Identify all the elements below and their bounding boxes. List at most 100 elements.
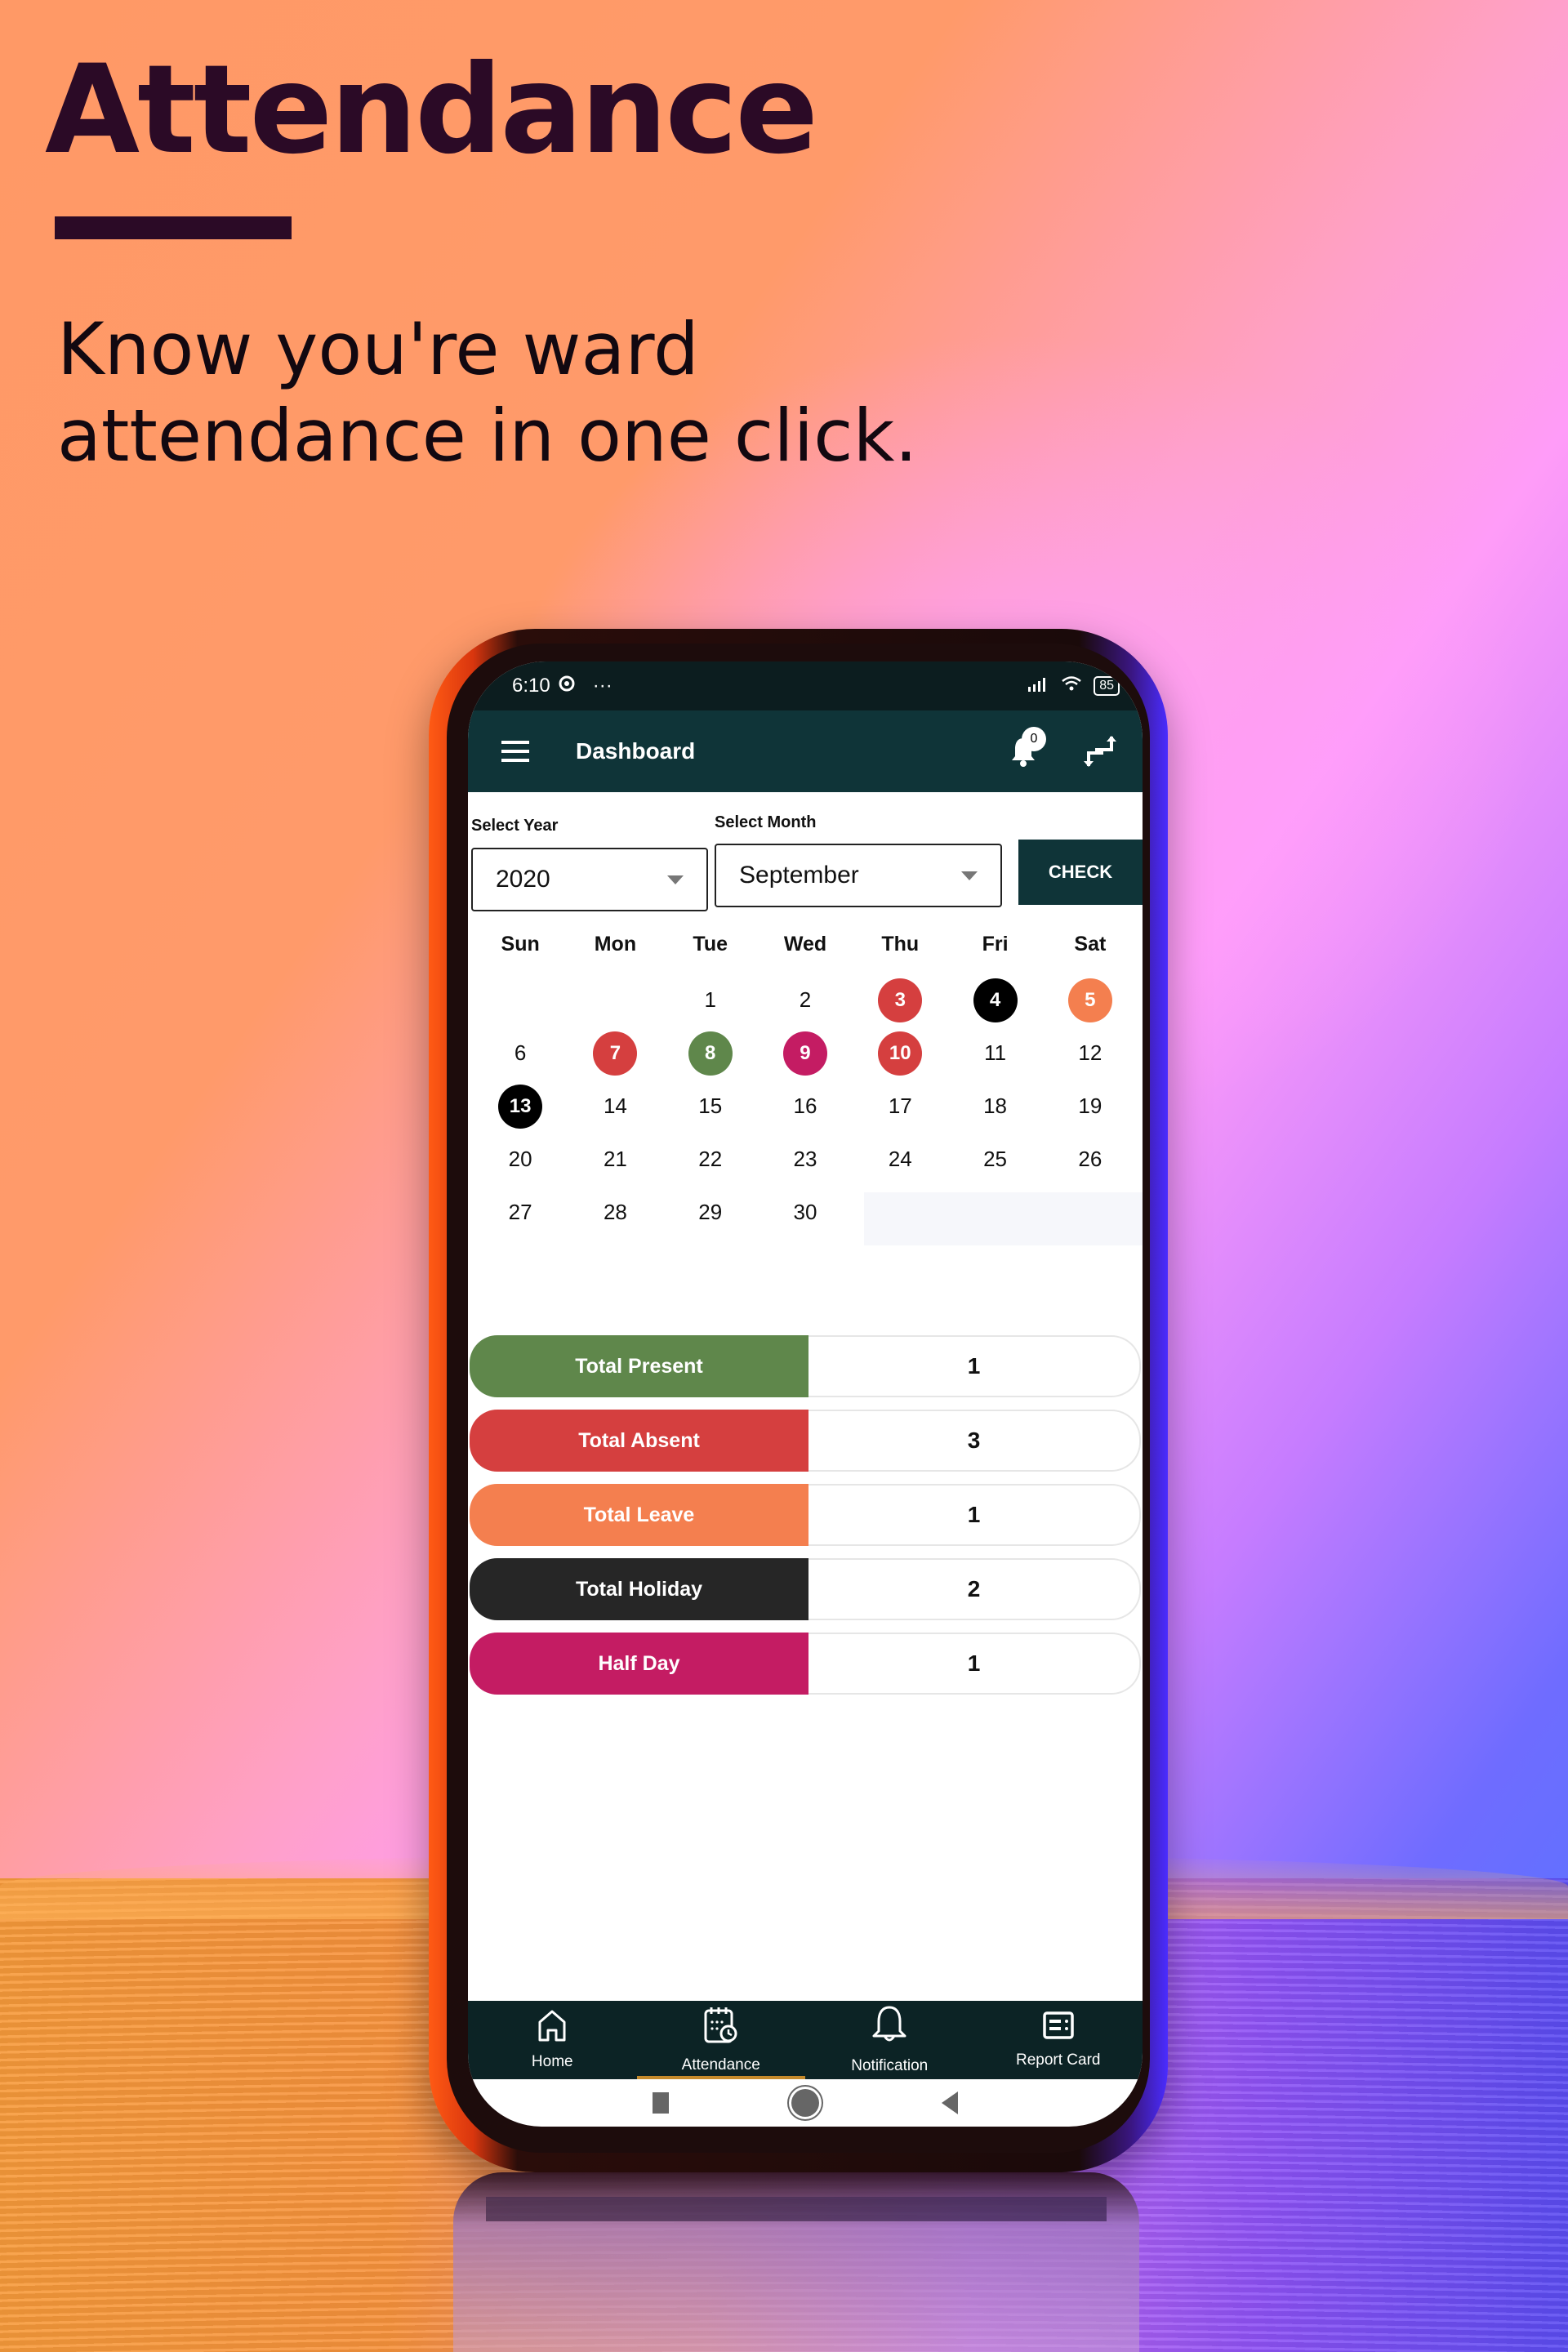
calendar-day-17[interactable]: 17: [853, 1080, 947, 1133]
calendar-day-10[interactable]: 10: [853, 1027, 947, 1080]
calendar-day-9[interactable]: 9: [758, 1027, 853, 1080]
calendar-day-8[interactable]: 8: [663, 1027, 758, 1080]
day-number: 24: [888, 1147, 912, 1171]
chevron-down-icon: [667, 875, 684, 884]
calendar-empty-cells: [864, 1192, 1143, 1245]
nav-tab-notification[interactable]: Notification: [805, 2001, 974, 2079]
status-more-dots: ···: [592, 675, 612, 697]
summary-count: 3: [808, 1410, 1141, 1472]
day-status-marker-absent: 10: [878, 1031, 923, 1076]
weekday-mon: Mon: [594, 933, 637, 956]
weekday-sat: Sat: [1074, 933, 1107, 956]
calendar-day-14[interactable]: 14: [568, 1080, 662, 1133]
phone-frame: 6:10 ··· 85 Dashboard 0 Select Year 2020…: [429, 629, 1168, 2172]
year-label: Select Year: [471, 817, 559, 835]
day-status-marker-halfday: 9: [782, 1031, 827, 1076]
calendar-day-11[interactable]: 11: [947, 1027, 1042, 1080]
weekday-sun: Sun: [501, 933, 540, 956]
system-navigation-bar: [468, 2079, 1143, 2127]
chevron-down-icon: [961, 871, 978, 880]
day-number: 23: [793, 1147, 817, 1171]
calendar-day-7[interactable]: 7: [568, 1027, 662, 1080]
year-select[interactable]: 2020: [471, 848, 708, 911]
hero-subtitle-line-2: attendance in one click.: [57, 394, 918, 478]
calendar-day-28[interactable]: 28: [568, 1186, 662, 1239]
calendar-day-21[interactable]: 21: [568, 1133, 662, 1186]
calendar-day-30[interactable]: 30: [758, 1186, 853, 1239]
back-button[interactable]: [942, 2091, 958, 2114]
calendar-day-26[interactable]: 26: [1043, 1133, 1138, 1186]
day-number: 17: [888, 1094, 912, 1118]
hero-title: Attendance: [45, 39, 818, 181]
month-select-value: September: [739, 862, 859, 889]
check-button[interactable]: CHECK: [1018, 840, 1143, 905]
day-number: 6: [514, 1040, 527, 1065]
summary-row-halfday: Half Day 1: [468, 1633, 1143, 1695]
summary-count: 1: [808, 1633, 1141, 1695]
calendar-clock-icon: [703, 2006, 739, 2050]
day-status-marker-holiday: 13: [498, 1084, 543, 1129]
hero-subtitle-line-1: Know you're ward: [57, 307, 699, 391]
phone-screen: 6:10 ··· 85 Dashboard 0 Select Year 2020…: [468, 662, 1143, 2127]
calendar-day-20[interactable]: 20: [473, 1133, 568, 1186]
summary-label: Total Holiday: [470, 1558, 808, 1620]
bell-icon: [871, 2005, 907, 2051]
calendar-day-29[interactable]: 29: [663, 1186, 758, 1239]
calendar-day-22[interactable]: 22: [663, 1133, 758, 1186]
summary-label: Half Day: [470, 1633, 808, 1695]
day-status-marker-leave: 5: [1067, 978, 1112, 1022]
calendar-day-18[interactable]: 18: [947, 1080, 1042, 1133]
nav-tab-label: Report Card: [1016, 2051, 1101, 2069]
month-select[interactable]: September: [715, 844, 1002, 907]
calendar-weekday-header: Sun Mon Tue Wed Thu Fri Sat: [473, 915, 1138, 973]
calendar-empty-cell: [473, 973, 568, 1027]
calendar-week-row: 1 2 3 4 5: [473, 973, 1138, 1027]
hamburger-menu-icon: [501, 741, 529, 762]
month-label: Select Month: [715, 813, 817, 831]
calendar-day-5[interactable]: 5: [1043, 973, 1138, 1027]
reflection-nav-bar: [486, 2197, 1107, 2221]
weekday-wed: Wed: [783, 933, 827, 956]
calendar-week-row: 20 21 22 23 24 25 26: [473, 1133, 1138, 1186]
year-select-value: 2020: [496, 866, 550, 893]
day-number: 20: [508, 1147, 532, 1171]
calendar-day-3[interactable]: 3: [853, 973, 947, 1027]
calendar-day-13[interactable]: 13: [473, 1080, 568, 1133]
calendar-empty-cell: [568, 973, 662, 1027]
hero-underline-bar: [55, 216, 292, 239]
switch-account-button[interactable]: [1076, 727, 1125, 776]
summary-label: Total Leave: [470, 1484, 808, 1546]
nav-tab-attendance[interactable]: Attendance: [636, 2001, 806, 2079]
calendar-day-12[interactable]: 12: [1043, 1027, 1138, 1080]
calendar-day-6[interactable]: 6: [473, 1027, 568, 1080]
nav-tab-report-card[interactable]: Report Card: [974, 2001, 1143, 2079]
calendar-day-1[interactable]: 1: [663, 973, 758, 1027]
day-status-marker-absent: 3: [878, 978, 923, 1022]
calendar-day-16[interactable]: 16: [758, 1080, 853, 1133]
day-number: 30: [793, 1200, 817, 1224]
calendar-day-25[interactable]: 25: [947, 1133, 1042, 1186]
nav-tab-home[interactable]: Home: [468, 2001, 637, 2079]
calendar-day-24[interactable]: 24: [853, 1133, 947, 1186]
phone-reflection: [453, 2172, 1139, 2352]
day-number: 11: [984, 1040, 1007, 1065]
app-bar: Dashboard 0: [468, 710, 1143, 792]
home-system-button[interactable]: [791, 2089, 819, 2117]
day-status-marker-absent: 7: [593, 1031, 638, 1076]
summary-label: Total Absent: [470, 1410, 808, 1472]
notification-count-badge: 0: [1022, 727, 1046, 751]
calendar-day-23[interactable]: 23: [758, 1133, 853, 1186]
summary-count: 2: [808, 1558, 1141, 1620]
calendar-day-2[interactable]: 2: [758, 973, 853, 1027]
menu-button[interactable]: [491, 727, 540, 776]
notifications-button[interactable]: 0: [999, 727, 1048, 776]
calendar-day-15[interactable]: 15: [663, 1080, 758, 1133]
recent-apps-button[interactable]: [653, 2092, 669, 2114]
day-number: 27: [508, 1200, 532, 1224]
day-number: 2: [799, 987, 812, 1012]
home-icon: [537, 2009, 568, 2047]
calendar-day-19[interactable]: 19: [1043, 1080, 1138, 1133]
calendar-day-27[interactable]: 27: [473, 1186, 568, 1239]
summary-row-leave: Total Leave 1: [468, 1484, 1143, 1546]
calendar-day-4[interactable]: 4: [947, 973, 1042, 1027]
